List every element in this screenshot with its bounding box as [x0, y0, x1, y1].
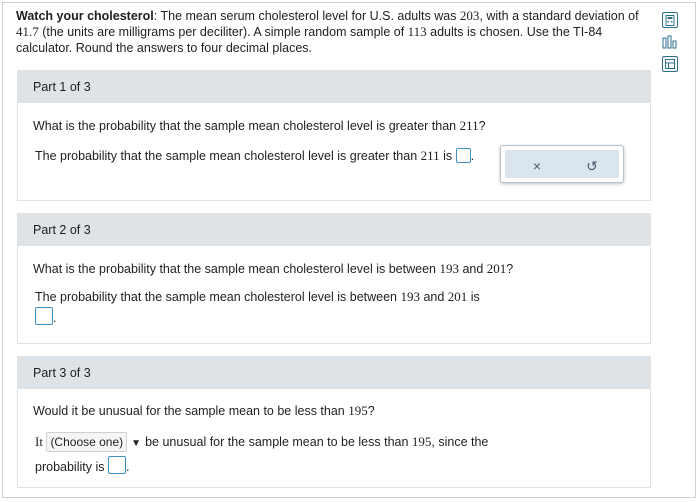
part-2-answer: The probability that the sample mean cho… — [35, 289, 480, 304]
part-2-answer-input-row: . — [35, 307, 56, 327]
answer-toolbar: × ↺ — [500, 145, 624, 183]
part-3-panel: Part 3 of 3 Would it be unusual for the … — [17, 356, 651, 488]
part-2-answer-input[interactable] — [35, 307, 53, 325]
side-toolbar — [660, 12, 680, 78]
part-3-header: Part 3 of 3 — [18, 357, 650, 389]
problem-statement: Watch your cholesterol: The mean serum c… — [16, 8, 639, 55]
part-3-question: Would it be unusual for the sample mean … — [33, 403, 375, 418]
chevron-down-icon[interactable]: ▼ — [131, 438, 141, 449]
clear-button[interactable]: × — [528, 157, 546, 175]
bar-chart-icon[interactable] — [662, 34, 678, 50]
part-1-header: Part 1 of 3 — [18, 71, 650, 103]
part-3-answer-input[interactable] — [107, 456, 126, 474]
part-3-answer: It (Choose one) ▼ be unusual for the sampl… — [35, 432, 488, 453]
problem-title: Watch your cholesterol — [16, 9, 154, 23]
calculator-icon[interactable] — [662, 12, 678, 28]
choose-one-select[interactable]: (Choose one) — [46, 432, 128, 452]
undo-button[interactable]: ↺ — [583, 157, 601, 175]
part-2-panel: Part 2 of 3 What is the probability that… — [17, 213, 651, 344]
table-icon[interactable] — [662, 56, 678, 72]
part-2-question: What is the probability that the sample … — [33, 261, 514, 276]
part-3-answer-line-2: probability is . — [35, 456, 129, 476]
part-1-answer: The probability that the sample mean cho… — [35, 148, 475, 163]
part-1-answer-input[interactable] — [455, 148, 471, 163]
part-1-question: What is the probability that the sample … — [33, 118, 486, 133]
part-2-header: Part 2 of 3 — [18, 214, 650, 246]
